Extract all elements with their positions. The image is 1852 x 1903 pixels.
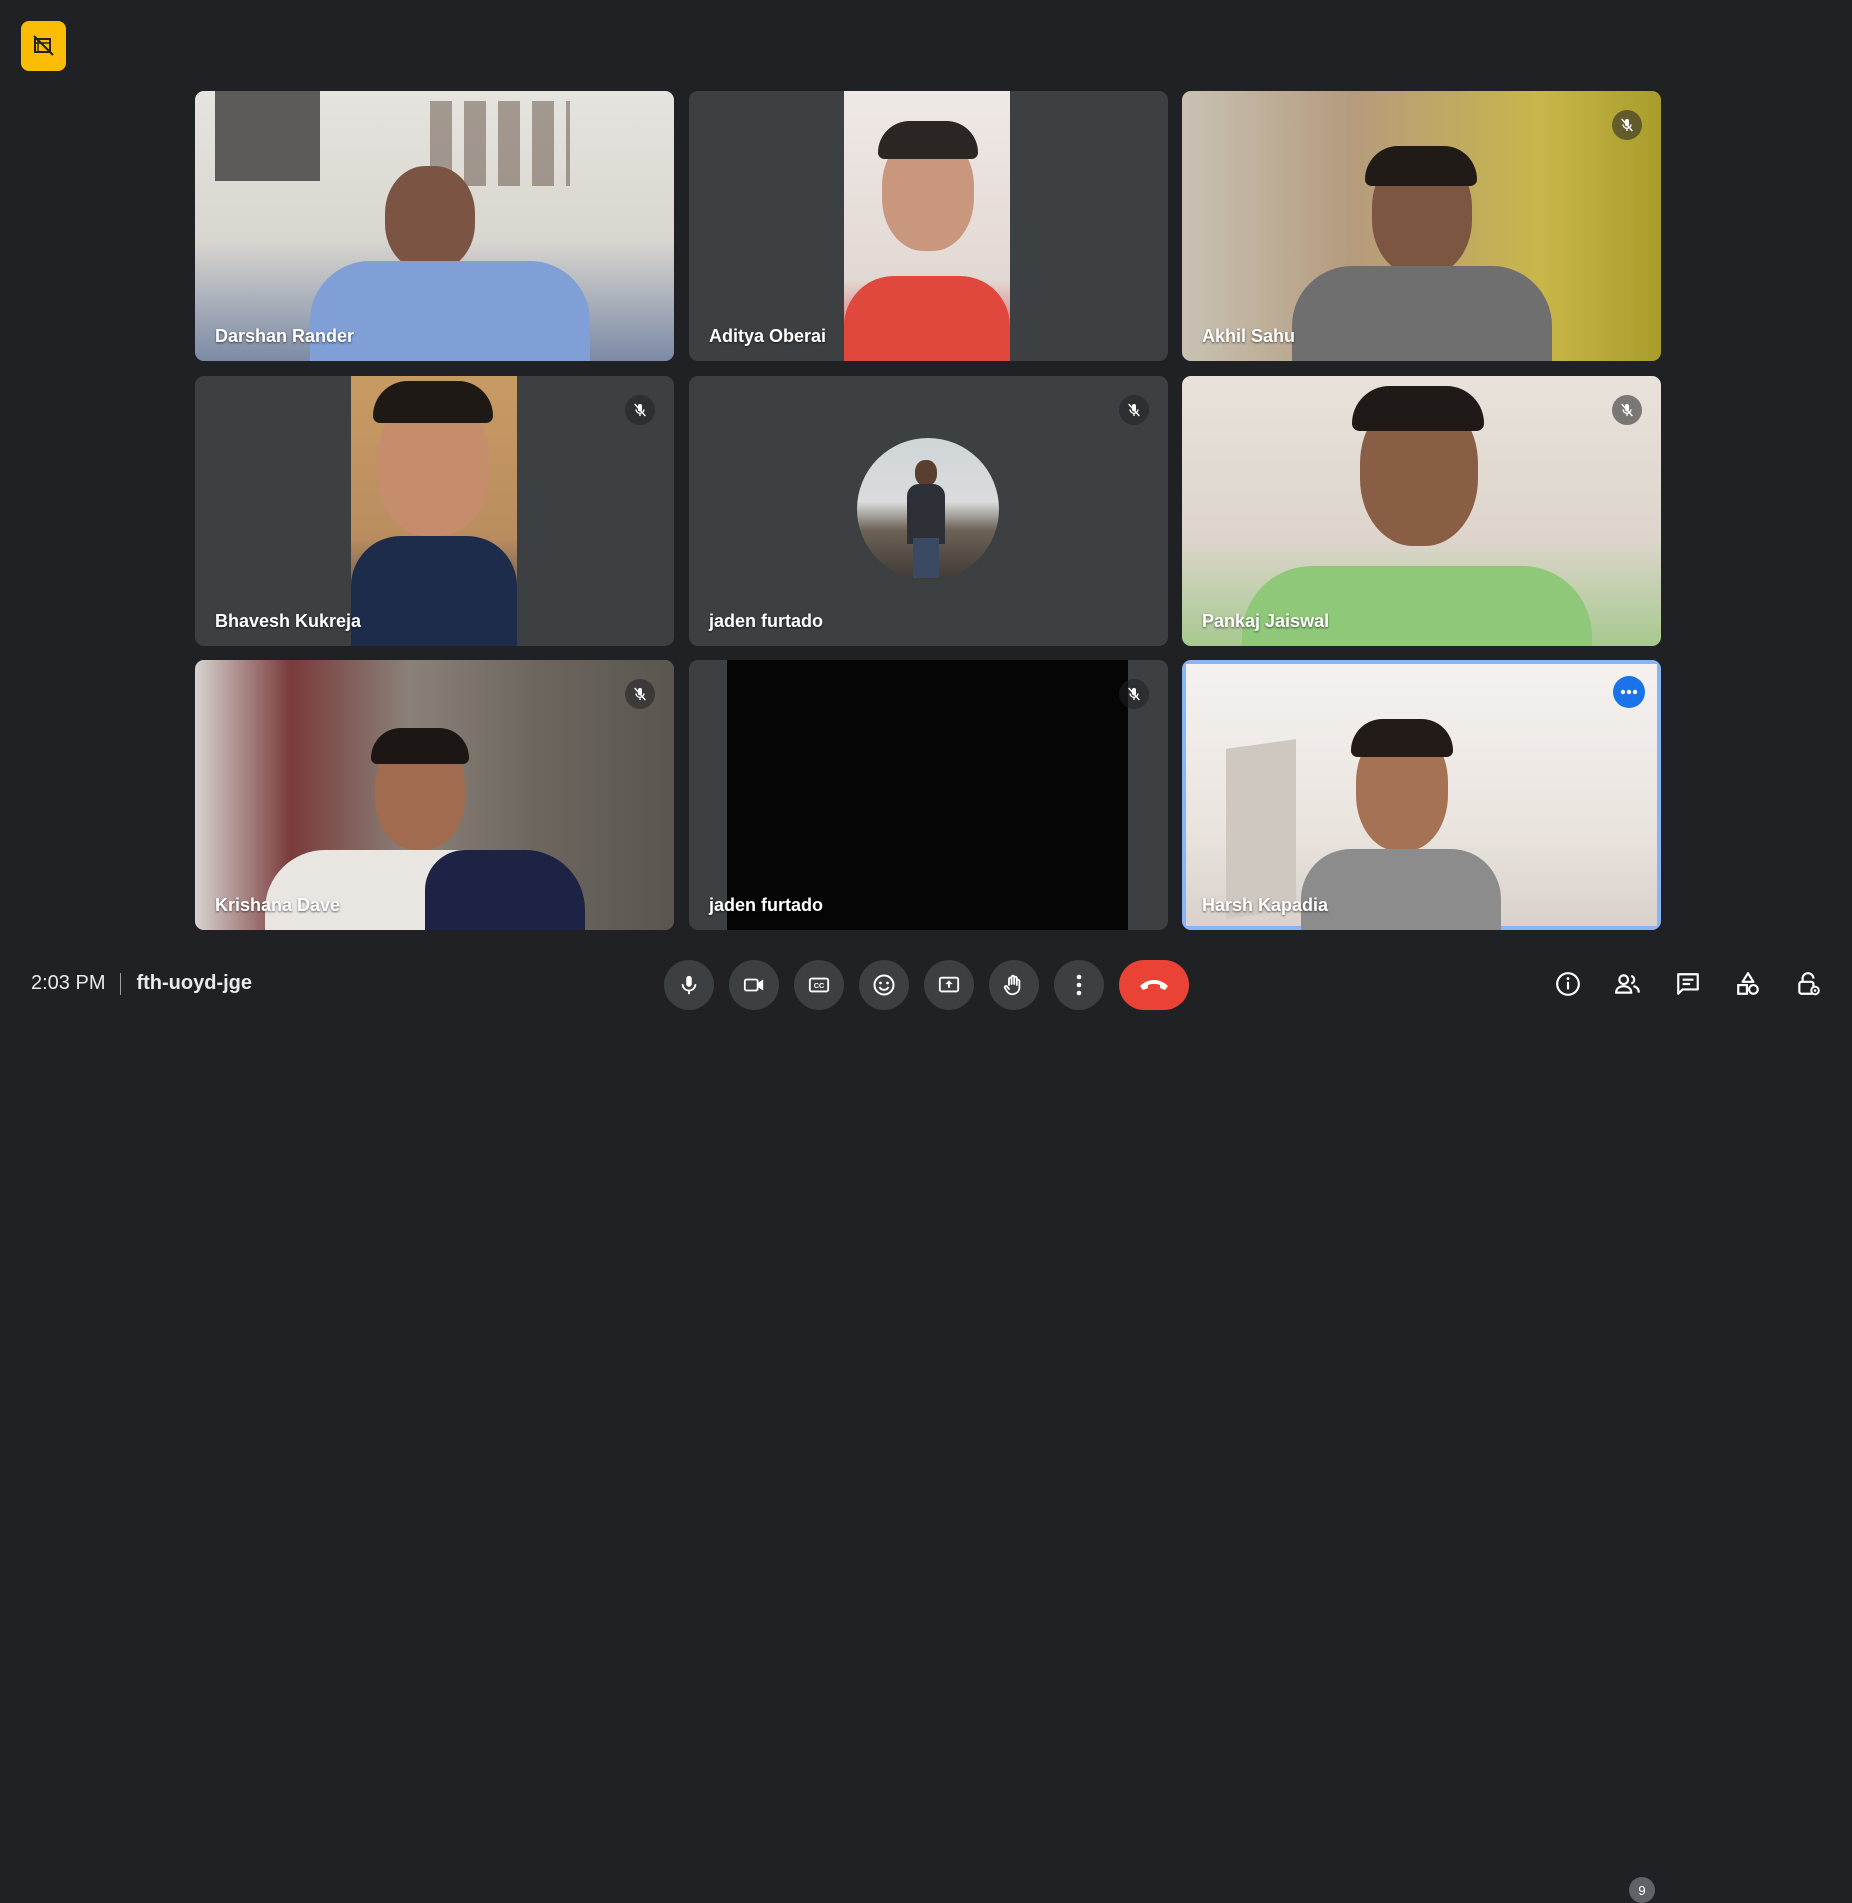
people-icon: [1615, 974, 1640, 994]
people-count-badge: 9: [1629, 1877, 1655, 1903]
host-controls-icon: [1798, 972, 1820, 996]
captions-button[interactable]: CC: [794, 960, 844, 1010]
meeting-code: fth-uoyd-jge: [136, 972, 253, 994]
raise-hand-button[interactable]: [989, 960, 1039, 1010]
participant-name: Pankaj Jaiswal: [1202, 611, 1330, 631]
participant-tile[interactable]: Krishana Dave: [195, 660, 674, 930]
participant-name: Harsh Kapadia: [1202, 895, 1329, 915]
people-button[interactable]: [1604, 960, 1652, 1008]
divider: [120, 972, 122, 995]
video-feed: [727, 660, 1128, 930]
present-icon: [938, 976, 960, 993]
participant-name: Darshan Rander: [215, 326, 355, 346]
svg-text:CC: CC: [814, 981, 825, 990]
video-feed: [351, 376, 517, 646]
video-feed: [844, 91, 1010, 361]
muted-mic-icon: [625, 679, 655, 709]
muted-mic-icon: [1119, 679, 1149, 709]
participant-tile-active[interactable]: Harsh Kapadia: [1182, 660, 1661, 930]
leave-call-button[interactable]: [1119, 960, 1189, 1010]
more-options-icon[interactable]: [1613, 676, 1645, 708]
video-feed: [1186, 664, 1657, 930]
video-feed: [195, 660, 674, 930]
participant-name: jaden furtado: [709, 611, 824, 631]
chat-icon: [1677, 973, 1699, 995]
participant-tile[interactable]: Aditya Oberai: [689, 91, 1168, 361]
emoji-button[interactable]: [859, 960, 909, 1010]
participant-name: Bhavesh Kukreja: [215, 611, 362, 631]
mic-button[interactable]: [664, 960, 714, 1010]
chat-button[interactable]: [1664, 960, 1712, 1008]
meeting-time: 2:03 PM: [31, 972, 106, 994]
captions-icon: CC: [808, 977, 830, 993]
video-feed: [195, 91, 674, 361]
participant-grid: Darshan Rander Aditya Oberai Akhil Sahu: [0, 0, 1852, 940]
participant-tile[interactable]: Bhavesh Kukreja: [195, 376, 674, 646]
camera-button[interactable]: [729, 960, 779, 1010]
participant-name: Aditya Oberai: [709, 326, 827, 346]
more-options-icon: [1076, 974, 1082, 996]
meeting-info: 2:03 PM fth-uoyd-jge: [31, 940, 252, 1027]
muted-mic-icon: [1612, 110, 1642, 140]
present-button[interactable]: [924, 960, 974, 1010]
participant-tile[interactable]: Darshan Rander: [195, 91, 674, 361]
activities-icon: [1737, 972, 1759, 995]
mic-icon: [681, 975, 697, 995]
host-controls-button[interactable]: [1784, 960, 1832, 1008]
more-options-button[interactable]: [1054, 960, 1104, 1010]
raise-hand-icon: [1003, 974, 1021, 996]
info-icon: [1556, 972, 1580, 996]
activities-button[interactable]: [1724, 960, 1772, 1008]
camera-icon: [743, 978, 764, 992]
muted-mic-icon: [1119, 395, 1149, 425]
participant-name: jaden furtado: [709, 895, 824, 915]
end-call-icon: [1140, 980, 1168, 990]
muted-mic-icon: [625, 395, 655, 425]
muted-mic-icon: [1612, 395, 1642, 425]
participant-name: Akhil Sahu: [1202, 326, 1296, 346]
participant-name: Krishana Dave: [215, 895, 341, 915]
video-feed: [1182, 91, 1661, 361]
participant-tile[interactable]: Pankaj Jaiswal: [1182, 376, 1661, 646]
avatar: [857, 438, 999, 580]
emoji-icon: [873, 974, 895, 996]
meeting-details-button[interactable]: [1544, 960, 1592, 1008]
participant-tile[interactable]: jaden furtado: [689, 376, 1168, 646]
participant-tile[interactable]: Akhil Sahu: [1182, 91, 1661, 361]
video-feed: [1182, 376, 1661, 646]
participant-tile[interactable]: jaden furtado: [689, 660, 1168, 930]
bottom-bar: 2:03 PM fth-uoyd-jge CC 9: [0, 940, 1852, 1903]
